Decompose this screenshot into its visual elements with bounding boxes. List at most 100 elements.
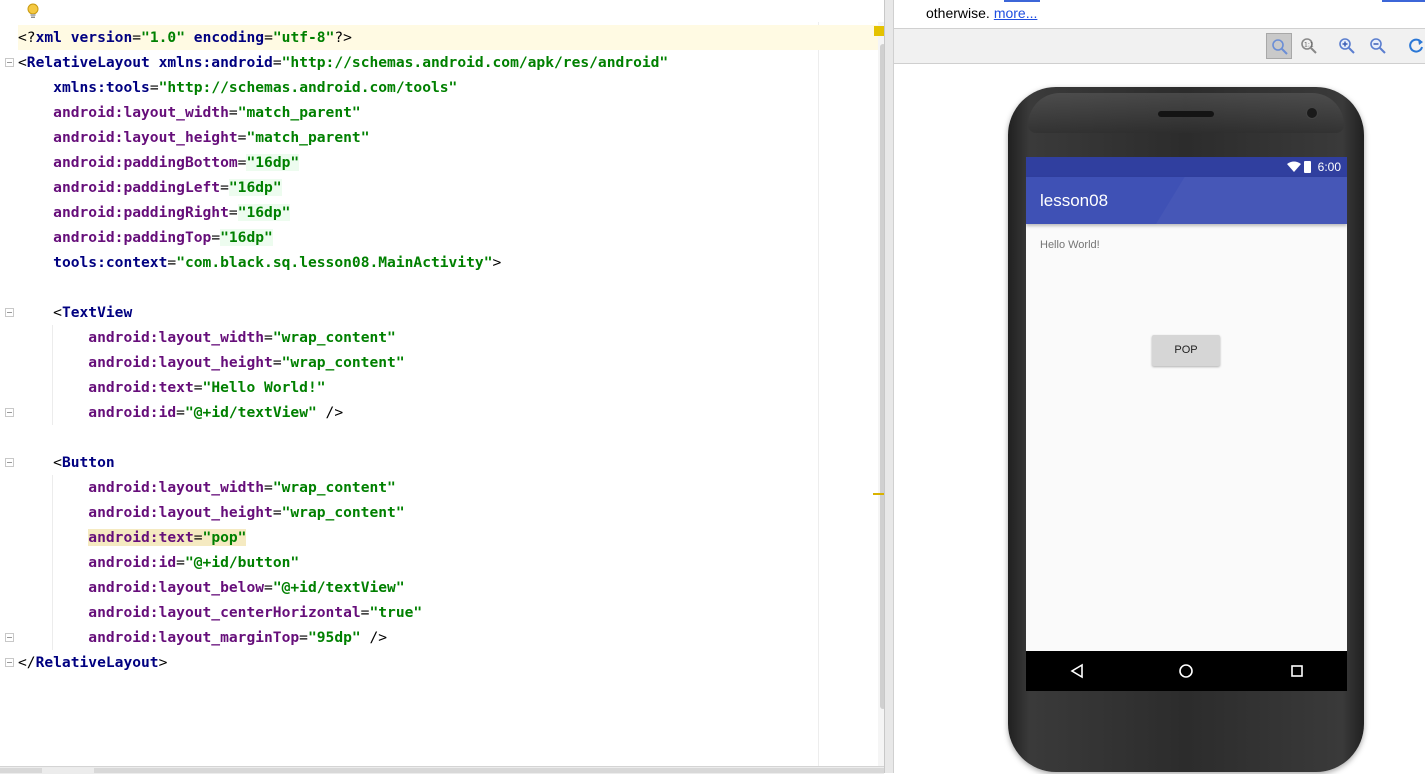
code-token: "wrap_content" <box>281 504 405 521</box>
code-token: android:layout_marginTop <box>88 629 300 646</box>
code-line[interactable]: <Button <box>18 450 878 475</box>
code-line[interactable]: android:paddingBottom="16dp" <box>18 150 878 175</box>
fold-marker-textview-end[interactable] <box>5 408 14 417</box>
code-line[interactable]: <?xml version="1.0" encoding="utf-8"?> <box>18 25 878 50</box>
code-line[interactable]: android:text="pop" <box>18 525 878 550</box>
code-token: < <box>18 304 62 321</box>
bottom-tab-area[interactable] <box>94 768 884 773</box>
code-token: android:layout_height <box>88 504 273 521</box>
editor-gutter[interactable] <box>0 22 18 770</box>
code-token: xml <box>35 29 71 46</box>
fold-marker-relativelayout-end[interactable] <box>5 658 14 667</box>
bottom-tab-design[interactable] <box>0 768 42 773</box>
code-line[interactable]: android:paddingRight="16dp" <box>18 200 878 225</box>
code-token: android:paddingTop <box>53 229 212 246</box>
lightbulb-icon[interactable] <box>26 3 40 21</box>
design-canvas[interactable]: 6:00 lesson08 Hello World! POP <box>894 64 1425 773</box>
battery-icon <box>1304 161 1311 173</box>
code-line[interactable] <box>18 275 878 300</box>
fold-marker-textview[interactable] <box>5 308 14 317</box>
code-token: Button <box>61 454 115 471</box>
code-token: "@+id/textView" <box>184 404 317 421</box>
xml-code-editor[interactable]: <?xml version="1.0" encoding="utf-8"?> <R… <box>0 0 886 774</box>
code-line[interactable]: android:layout_height="wrap_content" <box>18 350 878 375</box>
code-token: < <box>18 54 27 71</box>
recents-icon[interactable] <box>1289 663 1305 679</box>
svg-text:1:1: 1:1 <box>1304 42 1314 49</box>
code-token: = <box>264 29 273 46</box>
code-line[interactable]: android:layout_height="wrap_content" <box>18 500 878 525</box>
fold-marker-button-end[interactable] <box>5 633 14 642</box>
app-title: lesson08 <box>1040 191 1109 210</box>
back-icon[interactable] <box>1069 663 1085 679</box>
code-line[interactable]: xmlns:tools="http://schemas.android.com/… <box>18 75 878 100</box>
code-token: = <box>149 79 159 96</box>
android-navigation-bar <box>1026 651 1347 691</box>
code-token: = <box>176 404 185 421</box>
home-icon[interactable] <box>1178 663 1194 679</box>
code-token: "@+id/textView" <box>272 579 405 596</box>
code-line[interactable]: android:id="@+id/button" <box>18 550 878 575</box>
code-line[interactable]: android:id="@+id/textView" /> <box>18 400 878 425</box>
hello-textview[interactable]: Hello World! <box>1040 239 1100 251</box>
code-token: android:layout_below <box>88 579 265 596</box>
zoom-out-button[interactable] <box>1365 33 1391 59</box>
code-line[interactable]: android:layout_width="wrap_content" <box>18 325 878 350</box>
notice-more-link[interactable]: more... <box>994 5 1038 21</box>
code-token: "http://schemas.android.com/tools" <box>158 79 458 96</box>
code-token: android:layout_width <box>88 329 265 346</box>
zoom-in-button[interactable] <box>1334 33 1360 59</box>
panel-splitter[interactable] <box>884 0 894 773</box>
code-token: = <box>272 354 282 371</box>
code-line[interactable] <box>18 425 878 450</box>
code-line[interactable]: android:layout_below="@+id/textView" <box>18 575 878 600</box>
code-token: "@+id/button" <box>184 554 300 571</box>
refresh-button[interactable] <box>1403 33 1425 59</box>
code-token: = <box>228 104 238 121</box>
code-line[interactable]: android:paddingTop="16dp" <box>18 225 878 250</box>
pop-button[interactable]: POP <box>1152 335 1220 366</box>
code-line[interactable]: android:text="Hello World!" <box>18 375 878 400</box>
zoom-actual-button[interactable] <box>1266 33 1292 59</box>
code-line[interactable]: android:layout_centerHorizontal="true" <box>18 600 878 625</box>
code-line[interactable]: android:layout_width="match_parent" <box>18 100 878 125</box>
code-line[interactable]: <TextView <box>18 300 878 325</box>
code-token: = <box>176 554 185 571</box>
zoom-fit-icon: 1:1 <box>1301 38 1317 54</box>
code-lines[interactable]: <?xml version="1.0" encoding="utf-8"?> <R… <box>18 25 878 675</box>
code-token: RelativeLayout <box>26 54 159 71</box>
code-token: "16dp" <box>246 154 300 171</box>
device-screen[interactable]: 6:00 lesson08 Hello World! POP <box>1026 157 1347 691</box>
code-token: xmlns:tools <box>53 79 150 96</box>
code-token: "match_parent" <box>246 129 370 146</box>
code-token: "wrap_content" <box>272 329 396 346</box>
code-line[interactable]: tools:context="com.black.sq.lesson08.Mai… <box>18 250 878 275</box>
code-token: = <box>220 179 229 196</box>
code-line[interactable]: android:layout_height="match_parent" <box>18 125 878 150</box>
zoom-out-icon <box>1370 38 1386 54</box>
fold-marker-button[interactable] <box>5 458 14 467</box>
inspection-status-marker[interactable] <box>874 26 884 36</box>
code-token: "1.0" <box>141 29 185 46</box>
code-line[interactable]: <RelativeLayout xmlns:android="http://sc… <box>18 50 878 75</box>
code-line[interactable]: </RelativeLayout> <box>18 650 878 675</box>
fold-marker-relativelayout[interactable] <box>5 58 14 67</box>
code-line[interactable]: android:layout_marginTop="95dp" /> <box>18 625 878 650</box>
code-line[interactable]: android:paddingLeft="16dp" <box>18 175 878 200</box>
code-token: = <box>193 529 203 546</box>
code-token: "Hello World!" <box>202 379 326 396</box>
zoom-fit-button[interactable]: 1:1 <box>1296 33 1322 59</box>
code-token: "wrap_content" <box>281 354 405 371</box>
code-line[interactable]: android:layout_width="wrap_content" <box>18 475 878 500</box>
code-token: ?> <box>334 29 352 46</box>
code-token: > <box>492 254 502 271</box>
code-token: TextView <box>61 304 133 321</box>
code-token: < <box>18 454 62 471</box>
